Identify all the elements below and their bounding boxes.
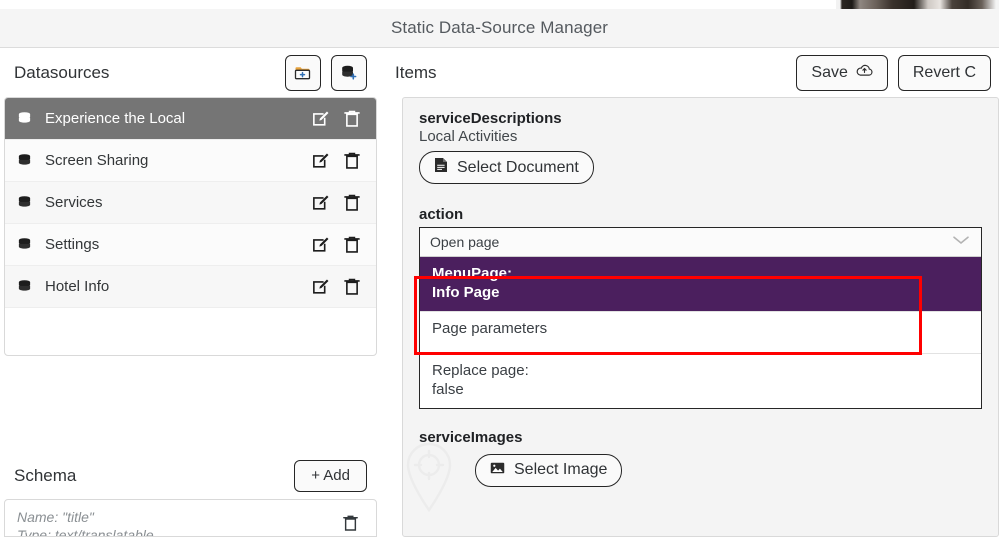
items-detail-panel: serviceDescriptions Local Activities Sel… bbox=[402, 97, 999, 537]
field-label: serviceImages bbox=[419, 428, 523, 446]
edit-icon[interactable] bbox=[306, 189, 334, 217]
datasource-label: Hotel Info bbox=[45, 278, 110, 295]
page-title: Static Data-Source Manager bbox=[390, 18, 609, 37]
partial-media-strip bbox=[836, 0, 999, 9]
select-document-label: Select Document bbox=[457, 158, 579, 176]
map-pin-icon bbox=[403, 441, 455, 513]
schema-header: Schema + Add bbox=[0, 452, 381, 499]
new-folder-button[interactable] bbox=[285, 54, 321, 91]
field-service-descriptions: serviceDescriptions Local Activities Sel… bbox=[403, 98, 998, 184]
datasource-row[interactable]: Settings bbox=[5, 224, 376, 266]
trash-icon[interactable] bbox=[338, 105, 366, 133]
database-icon bbox=[17, 279, 35, 294]
add-schema-field-button[interactable]: + Add bbox=[294, 459, 367, 492]
folder-add-icon bbox=[294, 64, 312, 82]
items-header: Items Save Revert C bbox=[381, 48, 999, 97]
field-label: serviceDescriptions bbox=[419, 110, 562, 127]
datasource-list: Experience the Local Screen Sharing Serv… bbox=[4, 97, 377, 356]
select-document-button[interactable]: Select Document bbox=[419, 151, 594, 184]
document-icon bbox=[434, 157, 448, 178]
database-icon bbox=[17, 237, 35, 252]
trash-icon[interactable] bbox=[336, 509, 364, 536]
action-option-row[interactable]: Page parameters bbox=[420, 311, 981, 354]
edit-icon[interactable] bbox=[306, 147, 334, 175]
datasource-row[interactable]: Screen Sharing bbox=[5, 140, 376, 182]
items-title: Items bbox=[395, 62, 437, 82]
action-select[interactable]: Open page bbox=[420, 228, 981, 257]
action-combo-group: Open page MenuPage: Info Page Page param… bbox=[419, 227, 982, 409]
database-icon bbox=[17, 111, 35, 126]
datasources-header: Datasources bbox=[0, 48, 381, 97]
edit-icon[interactable] bbox=[306, 231, 334, 259]
action-option-row[interactable]: MenuPage: Info Page bbox=[420, 257, 981, 312]
select-image-button[interactable]: Select Image bbox=[475, 453, 623, 487]
field-value: Local Activities bbox=[419, 128, 518, 145]
chevron-down-icon[interactable] bbox=[951, 233, 971, 251]
app-body: Datasources Experience the Local Screen … bbox=[0, 48, 999, 537]
action-selected-value: Open page bbox=[430, 234, 500, 250]
field-service-images: serviceImages Select Image bbox=[403, 428, 998, 512]
save-button[interactable]: Save bbox=[796, 54, 888, 91]
image-icon bbox=[490, 461, 505, 480]
new-datasource-button[interactable] bbox=[331, 54, 367, 91]
schema-row[interactable]: Name: "title" Type: text/translatable bbox=[5, 500, 376, 537]
database-icon bbox=[17, 153, 35, 168]
datasource-row[interactable]: Experience the Local bbox=[5, 98, 376, 140]
datasource-label: Services bbox=[45, 194, 103, 211]
field-label: action bbox=[419, 206, 464, 223]
datasource-label: Settings bbox=[45, 236, 100, 253]
datasource-row[interactable]: Hotel Info bbox=[5, 266, 376, 308]
cloud-upload-icon bbox=[856, 63, 873, 82]
database-icon bbox=[17, 195, 35, 210]
datasources-column: Datasources Experience the Local Screen … bbox=[0, 48, 381, 537]
trash-icon[interactable] bbox=[338, 147, 366, 175]
schema-list: Name: "title" Type: text/translatable Na… bbox=[4, 499, 377, 537]
edit-icon[interactable] bbox=[306, 273, 334, 301]
datasource-label: Experience the Local bbox=[45, 110, 186, 127]
trash-icon[interactable] bbox=[338, 189, 366, 217]
window-title-bar: Static Data-Source Manager bbox=[0, 9, 999, 48]
items-column: Items Save Revert C serviceDescriptions … bbox=[381, 48, 999, 537]
action-option-row[interactable]: Replace page: false bbox=[420, 353, 981, 408]
edit-icon[interactable] bbox=[306, 105, 334, 133]
revert-changes-button[interactable]: Revert C bbox=[897, 54, 991, 91]
datasources-title: Datasources bbox=[14, 62, 110, 82]
datasource-row[interactable]: Services bbox=[5, 182, 376, 224]
trash-icon[interactable] bbox=[338, 273, 366, 301]
database-add-icon bbox=[340, 64, 358, 82]
schema-title: Schema bbox=[14, 465, 77, 485]
save-button-label: Save bbox=[811, 63, 848, 81]
datasource-label: Screen Sharing bbox=[45, 152, 149, 169]
trash-icon[interactable] bbox=[338, 231, 366, 259]
schema-row-text: Name: "title" Type: text/translatable bbox=[17, 509, 154, 537]
select-image-label: Select Image bbox=[514, 461, 608, 479]
field-action: action Open page MenuPage: Info Page Pag… bbox=[403, 206, 998, 409]
